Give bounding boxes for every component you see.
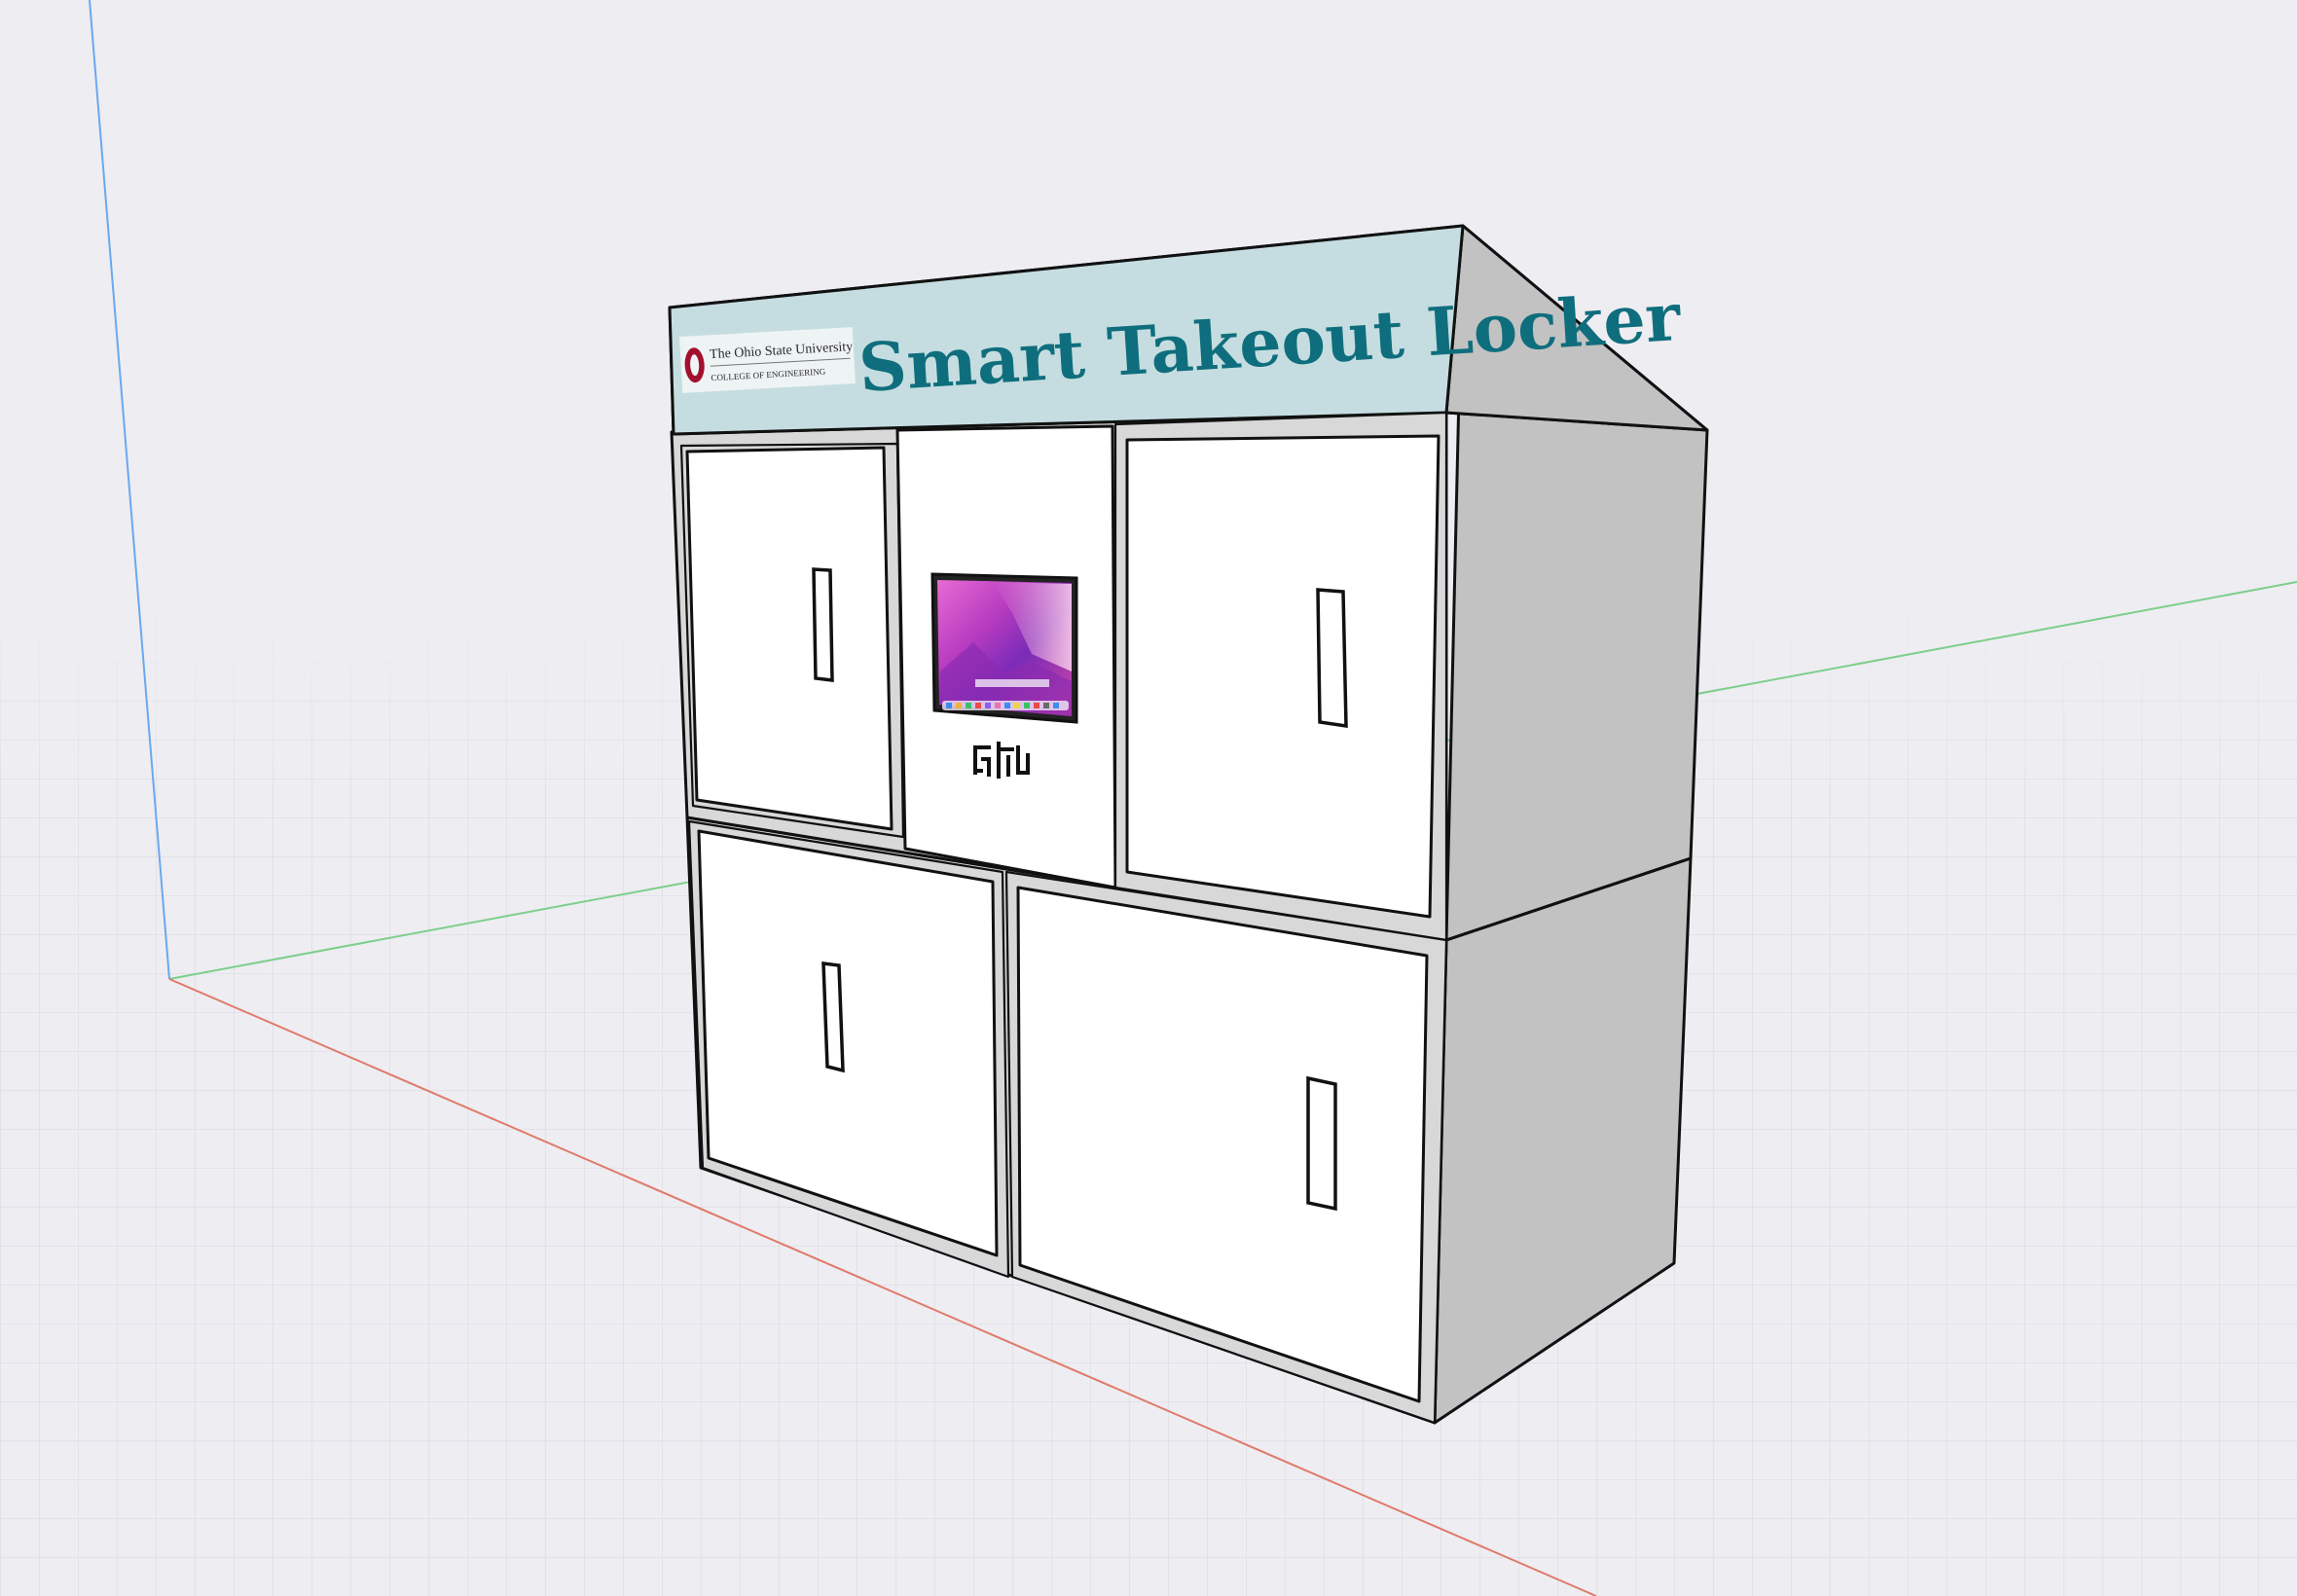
- kiosk-touchscreen[interactable]: [930, 572, 1078, 724]
- top-left-locker-door[interactable]: [685, 446, 893, 831]
- 3d-viewport[interactable]: The Ohio State University COLLEGE OF ENG…: [0, 0, 2297, 1596]
- top-right-locker-door[interactable]: [1125, 434, 1440, 919]
- screen-menu-bar: [975, 679, 1049, 687]
- bottom-right-door-handle[interactable]: [1306, 1075, 1337, 1212]
- bottom-left-door-handle[interactable]: [821, 961, 845, 1073]
- top-right-door-handle[interactable]: [1316, 588, 1348, 729]
- screen-dock: [942, 701, 1069, 710]
- osu-logo: The Ohio State University COLLEGE OF ENG…: [679, 327, 856, 393]
- top-left-door-handle[interactable]: [812, 567, 834, 682]
